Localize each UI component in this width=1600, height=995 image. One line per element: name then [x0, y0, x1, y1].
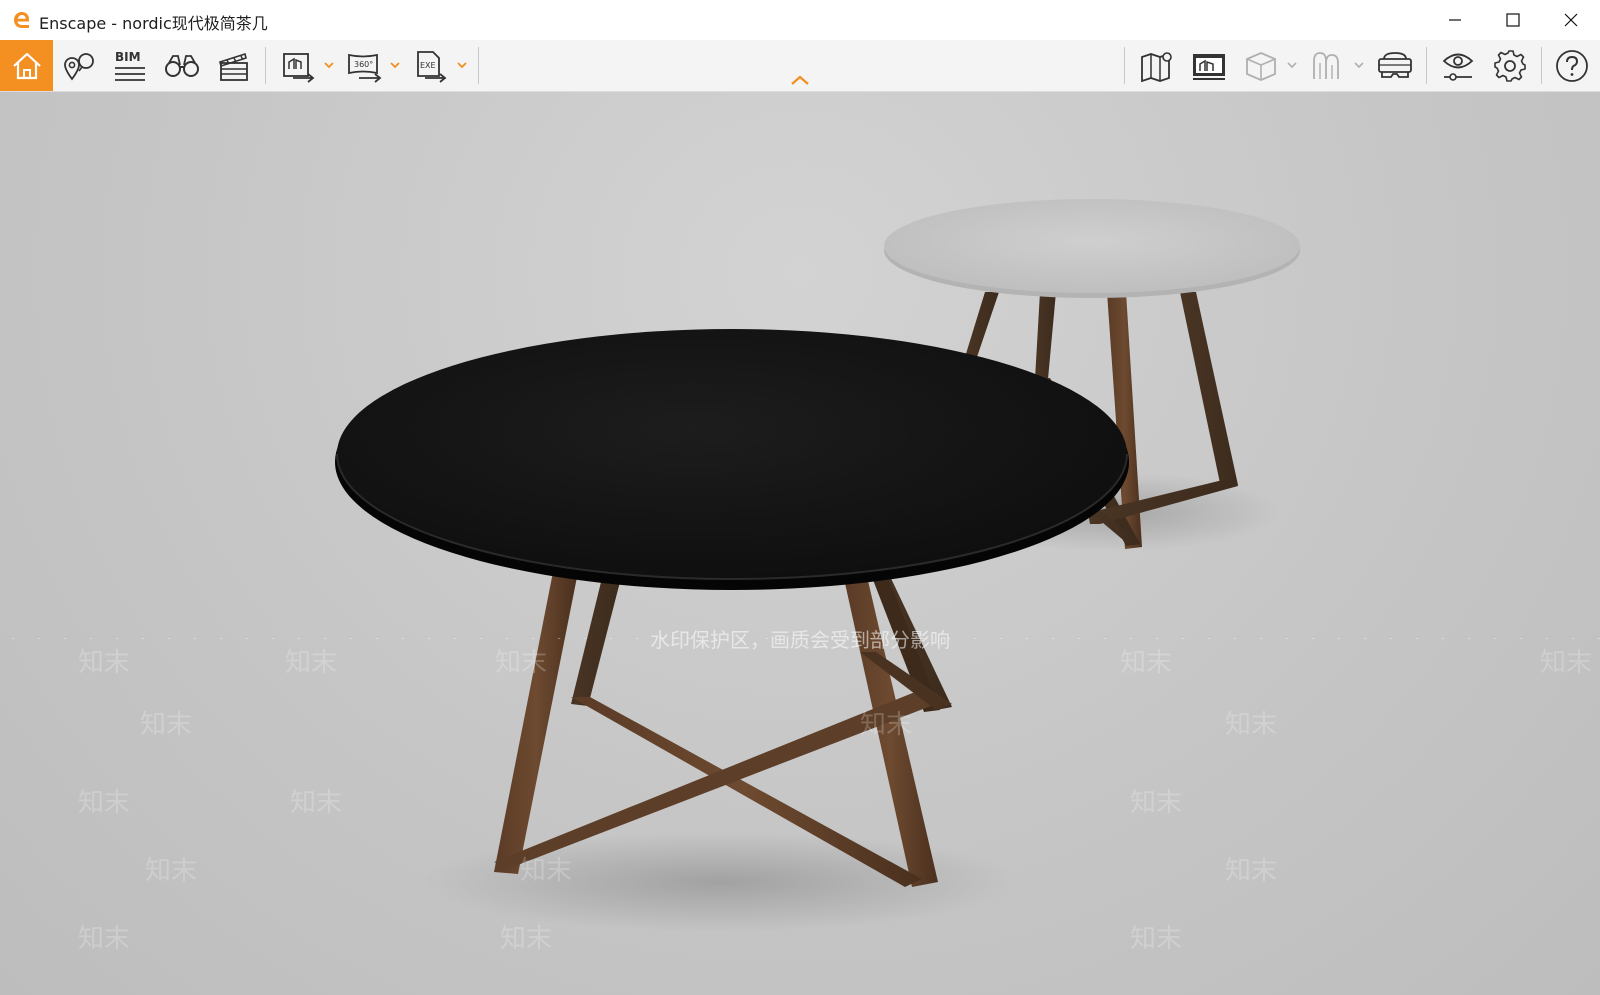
asset-library-dropdown[interactable] [1285, 58, 1299, 72]
eye-settings-icon [1442, 53, 1474, 81]
watermark-mark: 知末 [78, 648, 131, 678]
maximize-button[interactable] [1484, 0, 1542, 40]
enscape-logo-icon [14, 12, 29, 28]
help-button[interactable] [1546, 40, 1598, 91]
monitor-icon [1193, 53, 1225, 80]
close-icon [1564, 13, 1578, 27]
minimize-icon [1449, 19, 1461, 21]
toolbar-separator [265, 47, 266, 84]
svg-text:EXE: EXE [420, 61, 436, 70]
chevron-down-icon [1354, 61, 1364, 68]
exe-export-dropdown[interactable] [455, 58, 469, 72]
watermark-mark: 知末 [520, 856, 573, 886]
watermark-mark: 知末 [290, 788, 343, 818]
watermark-mark: 知末 [78, 924, 131, 954]
watermark-mark: 知末 [1130, 924, 1183, 954]
watermark-mark: 知末 [1540, 648, 1593, 678]
binoculars-icon [165, 54, 199, 77]
chevron-down-icon [324, 61, 334, 68]
watermark-mark: 知末 [145, 856, 198, 886]
cube-icon [1246, 51, 1276, 81]
svg-text:360°: 360° [354, 60, 373, 69]
chevron-down-icon [1287, 61, 1297, 68]
toolbar-separator [478, 47, 479, 84]
help-icon [1556, 49, 1588, 82]
collapse-toolbar-button[interactable] [789, 73, 811, 87]
watermark-band: 水印保护区，画质会受到部分影响 [0, 624, 1600, 652]
title-bar: Enscape - nordic现代极简茶几 [0, 0, 1600, 41]
exe-export-icon: EXE [417, 50, 447, 83]
watermark-mark: 知末 [140, 710, 193, 740]
map-icon [1141, 51, 1172, 82]
chevron-up-icon [791, 75, 809, 85]
video-editor-button[interactable] [208, 40, 260, 91]
minimize-button[interactable] [1426, 0, 1484, 40]
clapperboard-icon [219, 52, 248, 81]
vr-headset-icon [1378, 51, 1412, 78]
panorama-export-icon: 360° [348, 53, 382, 83]
main-toolbar: BIM 360° EXE [0, 40, 1600, 92]
toolbar-separator [1124, 47, 1125, 84]
render-viewport[interactable]: 水印保护区，画质会受到部分影响 知末 知末 知末 知末 知末 知末 知末 知末 … [0, 92, 1600, 995]
visual-settings-button[interactable] [1432, 40, 1484, 91]
toolbar-separator [1426, 47, 1427, 84]
web-standalone-button[interactable] [1183, 40, 1235, 91]
watermark-mark: 知末 [1130, 788, 1183, 818]
watermark-mark: 知末 [1120, 648, 1173, 678]
material-editor-button[interactable] [1302, 40, 1354, 91]
watermark-mark: 知末 [500, 924, 553, 954]
chevron-down-icon [390, 61, 400, 68]
watermark-mark: 知末 [860, 710, 913, 740]
home-icon [12, 52, 41, 79]
home-button[interactable] [0, 40, 53, 91]
watermark-mark: 知末 [495, 648, 548, 678]
bim-button[interactable]: BIM [104, 40, 156, 91]
watermark-mark: 知末 [1225, 856, 1278, 886]
map-button[interactable] [1131, 40, 1183, 91]
screenshot-export-button[interactable] [273, 40, 325, 91]
svg-text:BIM: BIM [115, 50, 141, 64]
watermark-mark: 知末 [78, 788, 131, 818]
window-title: Enscape - nordic现代极简茶几 [39, 14, 268, 33]
material-editor-dropdown[interactable] [1352, 58, 1366, 72]
scene-render [335, 199, 1300, 932]
watermark-mark: 知末 [285, 648, 338, 678]
toolbar-separator [1541, 47, 1542, 84]
asset-library-button[interactable] [1235, 40, 1287, 91]
gear-icon [1494, 49, 1526, 82]
screenshot-export-dropdown[interactable] [322, 58, 336, 72]
chevron-down-icon [457, 61, 467, 68]
general-settings-button[interactable] [1484, 40, 1536, 91]
enscape-window: Enscape - nordic现代极简茶几 BIM 360° EXE 水印保护… [0, 0, 1600, 995]
exe-export-button[interactable]: EXE [405, 40, 457, 91]
watermark-text: 水印保护区，画质会受到部分影响 [650, 627, 950, 652]
watermark-mark: 知末 [1225, 710, 1278, 740]
maximize-icon [1506, 13, 1520, 27]
material-icon [1313, 51, 1339, 79]
walk-mode-button[interactable] [156, 40, 208, 91]
views-button[interactable] [53, 40, 105, 91]
panorama-export-dropdown[interactable] [388, 58, 402, 72]
close-button[interactable] [1542, 0, 1600, 40]
image-export-icon [283, 52, 315, 83]
panorama-export-button[interactable]: 360° [339, 40, 391, 91]
map-pin-icon [64, 52, 94, 80]
vr-headset-button[interactable] [1369, 40, 1421, 91]
bim-icon: BIM [115, 50, 145, 81]
